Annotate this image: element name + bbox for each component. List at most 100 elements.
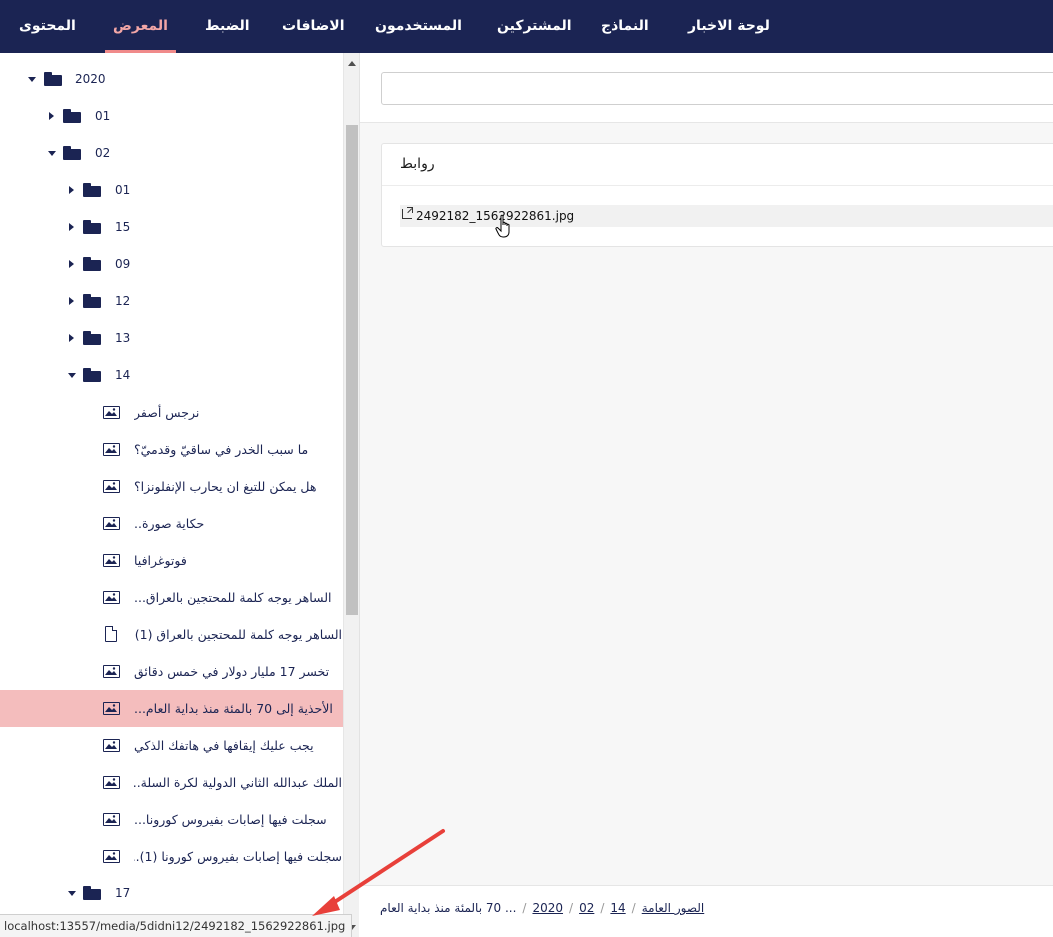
tree-folder-01[interactable]: 01 [0, 98, 343, 135]
caret-down-icon[interactable] [28, 77, 36, 82]
caret-right-icon[interactable] [49, 112, 54, 120]
caret-right-icon[interactable] [69, 297, 74, 305]
image-icon [103, 776, 120, 789]
nav-item-subscribers[interactable]: المشتركين [497, 0, 572, 53]
media-item-label: يجب عليك إيقافها في هاتفك الذكي [134, 738, 314, 753]
main-content: روابط 2492182_1562922861.jpg [359, 53, 1053, 937]
tree-folder-02-13[interactable]: 13 [0, 320, 343, 357]
breadcrumb-root-link[interactable]: الصور العامة [642, 901, 705, 915]
breadcrumb: الصور العامة / 2020 / 02 / 14 / ... 70 بالمئة من… [380, 886, 704, 930]
folder-icon [83, 294, 101, 308]
tree-media-item[interactable]: سجلت فيها إصابات بفيروس كورونا (1)... [0, 838, 343, 875]
caret-right-icon[interactable] [69, 186, 74, 194]
breadcrumb-day-link[interactable]: 14 [610, 901, 625, 915]
folder-label: 09 [115, 257, 131, 271]
media-item-label: سجلت فيها إصابات بفيروس كورونا... [134, 812, 327, 827]
tree-media-item[interactable]: ما سبب الخدر في ساقيّ وقدميّ؟ [0, 431, 343, 468]
tree-scrollbar[interactable] [343, 53, 359, 937]
scroll-up-arrow-icon[interactable] [348, 61, 356, 66]
tree-media-item-selected[interactable]: الأحذية إلى 70 بالمئة منذ بداية العام... [0, 690, 343, 727]
folder-label: 02 [95, 146, 111, 160]
folder-label: 14 [115, 368, 131, 382]
external-link-icon [402, 207, 413, 219]
media-item-label: الملك عبدالله الثاني الدولية لكرة السلة.… [134, 775, 342, 790]
tree-media-item[interactable]: فوتوغرافيا [0, 542, 343, 579]
folder-label: 13 [115, 331, 131, 345]
tree-folder-02-09[interactable]: 09 [0, 246, 343, 283]
media-tree: 2020 01 02 01 15 09 12 13 14 نرجس أصفر م… [0, 53, 343, 937]
image-icon [103, 813, 120, 826]
caret-down-icon[interactable] [68, 891, 76, 896]
media-item-label: سجلت فيها إصابات بفيروس كورونا (1)... [134, 849, 342, 864]
image-icon [103, 406, 120, 419]
folder-label: 01 [115, 183, 131, 197]
nav-item-users[interactable]: المستخدمون [375, 0, 462, 53]
tree-folder-02-17[interactable]: 17 [0, 875, 343, 912]
media-item-label: الساهر يوجه كلمة للمحتجين بالعراق... [134, 590, 332, 605]
folder-label: 17 [115, 886, 131, 900]
nav-item-media[interactable]: المعرض [105, 0, 176, 53]
caret-right-icon[interactable] [69, 334, 74, 342]
nav-item-news-dashboard[interactable]: لوحة الاخبار [688, 0, 770, 53]
folder-label: 12 [115, 294, 131, 308]
top-navigation: المحتوى المعرض الضبط الاضافات المستخدمون… [0, 0, 1053, 53]
image-icon [103, 665, 120, 678]
image-icon [103, 850, 120, 863]
caret-down-icon[interactable] [68, 373, 76, 378]
nav-item-forms[interactable]: النماذج [601, 0, 649, 53]
nav-item-addons[interactable]: الاضافات [282, 0, 345, 53]
search-bar [360, 53, 1053, 123]
tree-media-item[interactable]: حكاية صورة.. [0, 505, 343, 542]
breadcrumb-current: ... 70 بالمئة منذ بداية العام [380, 901, 517, 915]
tree-folder-02[interactable]: 02 [0, 135, 343, 172]
media-item-label: حكاية صورة.. [134, 516, 205, 531]
folder-icon [83, 331, 101, 345]
folder-icon [63, 146, 81, 160]
folder-icon [83, 220, 101, 234]
media-item-label: ما سبب الخدر في ساقيّ وقدميّ؟ [134, 442, 309, 457]
media-item-label: الساهر يوجه كلمة للمحتجين بالعراق (1)... [134, 627, 342, 642]
image-icon [103, 443, 120, 456]
tree-media-item[interactable]: هل يمكن للتبغ ان يحارب الإنفلونزا؟ [0, 468, 343, 505]
tree-folder-02-12[interactable]: 12 [0, 283, 343, 320]
status-url: localhost:13557/media/5didni12/2492182_1… [4, 919, 346, 933]
folder-label: 15 [115, 220, 131, 234]
nav-item-content[interactable]: المحتوى [19, 0, 76, 53]
tree-folder-02-01[interactable]: 01 [0, 172, 343, 209]
tree-media-item[interactable]: تخسر 17 مليار دولار في خمس دقائق [0, 653, 343, 690]
caret-right-icon[interactable] [69, 223, 74, 231]
tree-media-item[interactable]: الملك عبدالله الثاني الدولية لكرة السلة.… [0, 764, 343, 801]
tree-media-item[interactable]: الساهر يوجه كلمة للمحتجين بالعراق... [0, 579, 343, 616]
caret-down-icon[interactable] [48, 151, 56, 156]
links-panel: روابط 2492182_1562922861.jpg [381, 143, 1053, 247]
breadcrumb-separator: / [522, 901, 527, 915]
image-icon [103, 591, 120, 604]
breadcrumb-separator: / [600, 901, 605, 915]
folder-icon [83, 368, 101, 382]
folder-label: 01 [95, 109, 111, 123]
tree-folder-02-14[interactable]: 14 [0, 357, 343, 394]
image-icon [103, 554, 120, 567]
breadcrumb-separator: / [569, 901, 574, 915]
tree-folder-02-15[interactable]: 15 [0, 209, 343, 246]
breadcrumb-bar: الصور العامة / 2020 / 02 / 14 / ... 70 بالمئة من… [359, 885, 1053, 937]
nav-item-settings[interactable]: الضبط [205, 0, 250, 53]
tree-media-item[interactable]: سجلت فيها إصابات بفيروس كورونا... [0, 801, 343, 838]
search-input[interactable] [381, 72, 1053, 105]
tree-media-item[interactable]: نرجس أصفر [0, 394, 343, 431]
tree-media-item[interactable]: يجب عليك إيقافها في هاتفك الذكي [0, 727, 343, 764]
breadcrumb-separator: / [631, 901, 636, 915]
caret-right-icon[interactable] [69, 260, 74, 268]
media-item-label: هل يمكن للتبغ ان يحارب الإنفلونزا؟ [134, 479, 317, 494]
browser-status-bar: localhost:13557/media/5didni12/2492182_1… [0, 914, 353, 937]
media-item-label: نرجس أصفر [134, 405, 200, 420]
tree-media-item[interactable]: الساهر يوجه كلمة للمحتجين بالعراق (1)... [0, 616, 343, 653]
folder-icon [83, 257, 101, 271]
breadcrumb-year-link[interactable]: 2020 [532, 901, 563, 915]
links-panel-title: روابط [400, 156, 435, 172]
tree-folder-2020[interactable]: 2020 [0, 61, 343, 98]
image-icon [103, 480, 120, 493]
links-panel-header: روابط [382, 144, 1053, 186]
scrollbar-thumb[interactable] [346, 125, 358, 615]
breadcrumb-month-link[interactable]: 02 [579, 901, 594, 915]
